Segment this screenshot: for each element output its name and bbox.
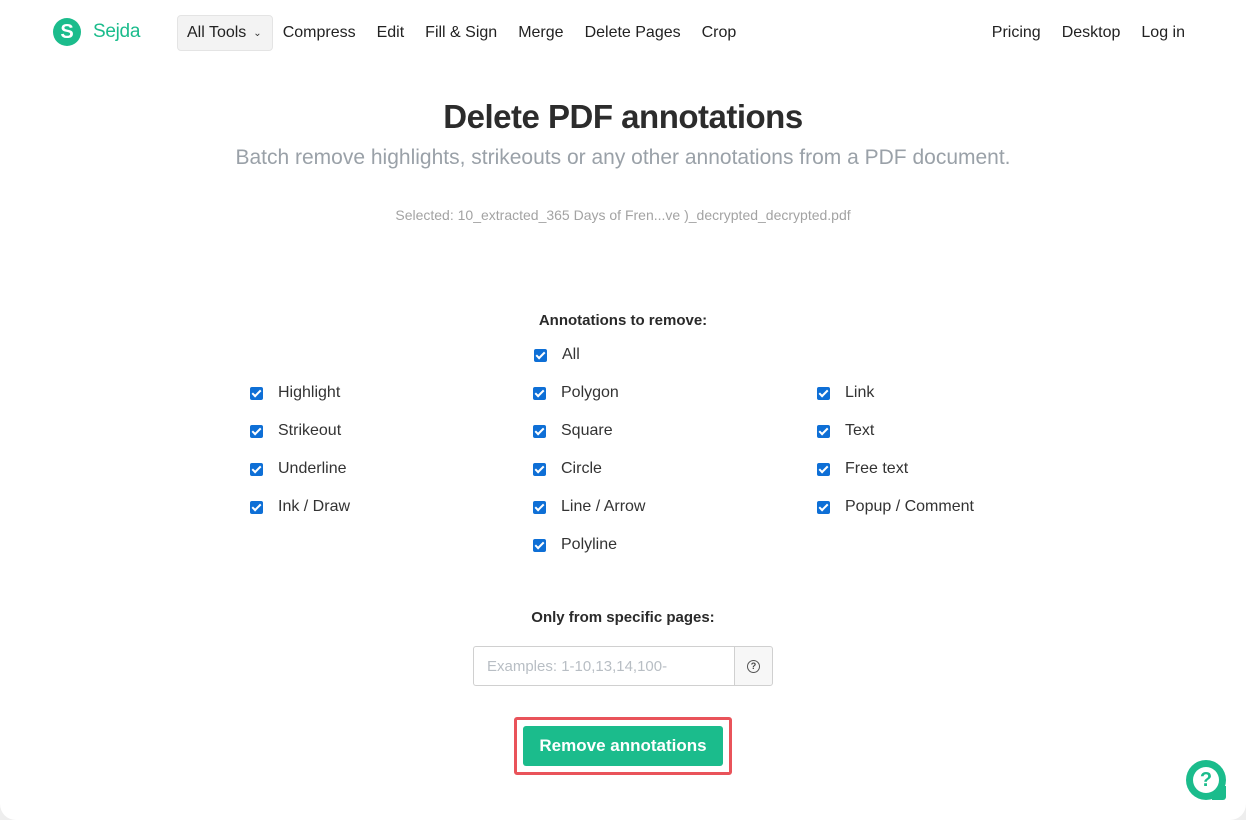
checkbox-label: Square bbox=[561, 422, 613, 439]
checkbox-checked-icon[interactable] bbox=[533, 424, 546, 438]
checkbox-checked-icon[interactable] bbox=[817, 386, 830, 400]
checkbox-checked-icon[interactable] bbox=[250, 500, 263, 514]
checkbox-all[interactable]: All bbox=[534, 345, 580, 365]
sejda-logo[interactable]: S Sejda bbox=[53, 18, 140, 46]
checkbox-label: Circle bbox=[561, 460, 602, 477]
nav-account: Pricing Desktop Log in bbox=[971, 24, 1185, 42]
logo-text: Sejda bbox=[93, 21, 141, 42]
checkbox-label: Line / Arrow bbox=[561, 498, 646, 515]
checkbox-highlight[interactable]: Highlight bbox=[250, 383, 340, 403]
nav-link-delete-pages[interactable]: Delete Pages bbox=[585, 24, 681, 42]
checkbox-label: Ink / Draw bbox=[278, 498, 351, 515]
checkbox-popup-comment[interactable]: Popup / Comment bbox=[817, 497, 974, 517]
checkbox-text[interactable]: Text bbox=[817, 421, 874, 441]
nav-link-merge[interactable]: Merge bbox=[518, 24, 563, 42]
checkbox-checked-icon[interactable] bbox=[817, 424, 830, 438]
nav-link-compress[interactable]: Compress bbox=[283, 24, 356, 42]
checkbox-label: Free text bbox=[845, 460, 909, 477]
checkbox-checked-icon[interactable] bbox=[817, 462, 830, 476]
checkbox-label: Polyline bbox=[561, 536, 618, 553]
checkbox-label: Polygon bbox=[561, 384, 619, 401]
question-icon: ? bbox=[1193, 767, 1219, 793]
checkbox-strikeout[interactable]: Strikeout bbox=[250, 421, 341, 441]
checkbox-label: Link bbox=[845, 384, 875, 401]
checkbox-polygon[interactable]: Polygon bbox=[533, 383, 619, 403]
page: S Sejda All Tools ⌄ Compress Edit Fill &… bbox=[0, 0, 1246, 820]
page-title: Delete PDF annotations bbox=[443, 98, 803, 135]
pages-input-group: ? bbox=[473, 646, 773, 686]
remove-annotations-button[interactable]: Remove annotations bbox=[523, 726, 723, 766]
all-tools-dropdown[interactable]: All Tools ⌄ bbox=[177, 15, 273, 51]
checkbox-circle[interactable]: Circle bbox=[533, 459, 602, 479]
checkbox-label: Highlight bbox=[278, 384, 341, 401]
pages-input[interactable] bbox=[473, 646, 734, 686]
all-tools-label: All Tools bbox=[187, 24, 247, 41]
question-circle-icon: ? bbox=[747, 659, 760, 673]
pages-help-button[interactable]: ? bbox=[734, 646, 773, 686]
checkbox-label: Strikeout bbox=[278, 422, 342, 439]
annotations-label: Annotations to remove: bbox=[538, 312, 708, 329]
pages-label: Only from specific pages: bbox=[531, 609, 715, 626]
checkbox-label: Underline bbox=[278, 460, 347, 477]
nav-link-login[interactable]: Log in bbox=[1141, 24, 1185, 42]
nav-link-fill-sign[interactable]: Fill & Sign bbox=[425, 24, 497, 42]
checkbox-polyline[interactable]: Polyline bbox=[533, 535, 617, 555]
checkbox-ink-draw[interactable]: Ink / Draw bbox=[250, 497, 350, 517]
page-subtitle: Batch remove highlights, strikeouts or a… bbox=[235, 146, 1011, 169]
chevron-down-icon: ⌄ bbox=[253, 27, 262, 39]
checkbox-label: All bbox=[562, 346, 580, 363]
checkbox-checked-icon[interactable] bbox=[533, 462, 546, 476]
checkbox-checked-icon[interactable] bbox=[250, 424, 263, 438]
checkbox-label: Popup / Comment bbox=[845, 498, 974, 515]
nav-tools: All Tools ⌄ Compress Edit Fill & Sign Me… bbox=[177, 15, 736, 51]
nav-link-desktop[interactable]: Desktop bbox=[1062, 24, 1121, 42]
checkbox-line-arrow[interactable]: Line / Arrow bbox=[533, 497, 645, 517]
top-nav: S Sejda All Tools ⌄ Compress Edit Fill &… bbox=[0, 0, 1246, 66]
help-chat-button[interactable]: ? bbox=[1186, 760, 1226, 800]
checkbox-underline[interactable]: Underline bbox=[250, 459, 346, 479]
checkbox-checked-icon[interactable] bbox=[533, 538, 546, 552]
checkbox-checked-icon[interactable] bbox=[533, 500, 546, 514]
checkbox-checked-icon[interactable] bbox=[817, 500, 830, 514]
checkbox-checked-icon[interactable] bbox=[533, 386, 546, 400]
checkbox-link[interactable]: Link bbox=[817, 383, 874, 403]
checkbox-free-text[interactable]: Free text bbox=[817, 459, 908, 479]
nav-link-pricing[interactable]: Pricing bbox=[992, 24, 1041, 42]
checkbox-checked-icon[interactable] bbox=[250, 386, 263, 400]
selected-file: Selected: 10_extracted_365 Days of Fren.… bbox=[395, 207, 851, 223]
logo-icon: S bbox=[53, 18, 81, 46]
nav-link-edit[interactable]: Edit bbox=[377, 24, 405, 42]
checkbox-label: Text bbox=[845, 422, 875, 439]
checkbox-checked-icon[interactable] bbox=[250, 462, 263, 476]
nav-link-crop[interactable]: Crop bbox=[702, 24, 737, 42]
checkbox-checked-icon[interactable] bbox=[534, 348, 547, 362]
checkbox-square[interactable]: Square bbox=[533, 421, 613, 441]
